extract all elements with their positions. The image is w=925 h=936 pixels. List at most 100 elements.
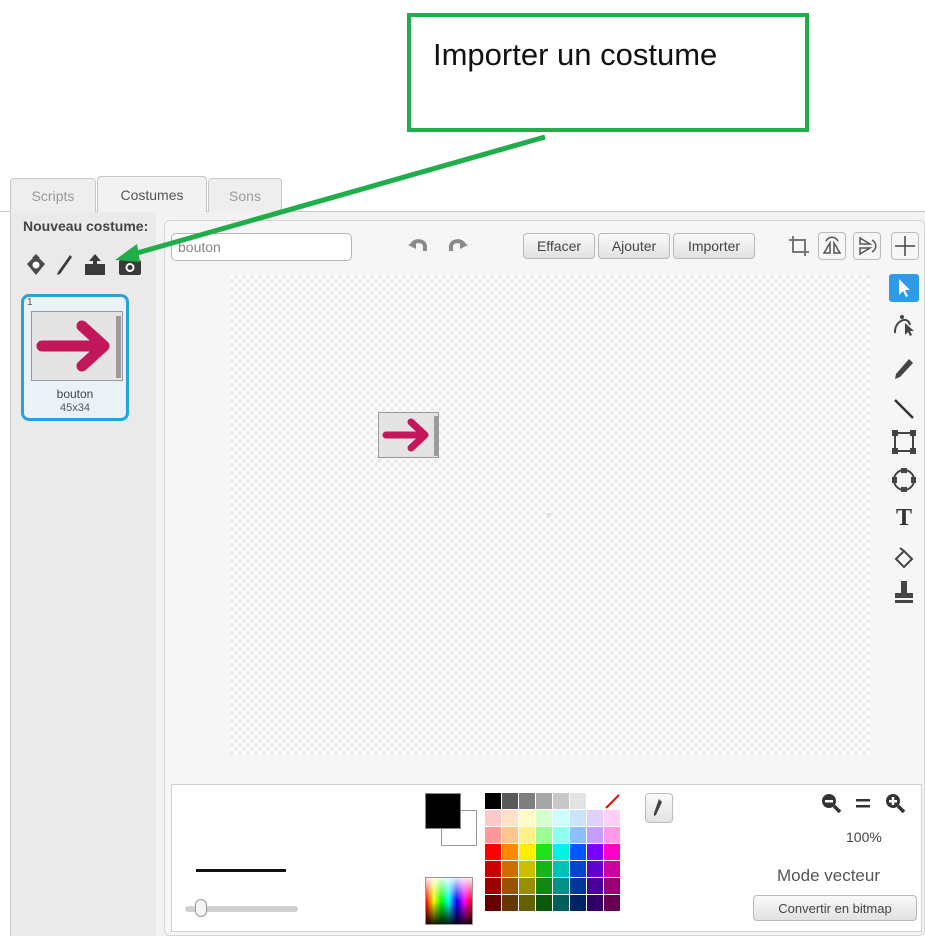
palette-swatch[interactable]	[502, 793, 518, 809]
palette-swatch[interactable]	[604, 878, 620, 894]
palette-swatch[interactable]	[519, 810, 535, 826]
palette-swatch[interactable]	[502, 878, 518, 894]
palette-swatch[interactable]	[553, 878, 569, 894]
zoom-reset-icon[interactable]	[850, 790, 876, 816]
canvas-center-marker	[547, 513, 551, 517]
palette-swatch[interactable]	[604, 844, 620, 860]
upload-icon[interactable]	[82, 252, 106, 278]
callout-text: Importer un costume	[433, 37, 718, 72]
palette-swatch[interactable]	[553, 810, 569, 826]
palette-swatch[interactable]	[570, 810, 586, 826]
palette-swatch[interactable]	[485, 878, 501, 894]
rectangle-tool-icon[interactable]	[889, 428, 919, 456]
new-costume-label: Nouveau costume:	[23, 218, 149, 234]
palette-swatch[interactable]	[536, 844, 552, 860]
clear-button[interactable]: Effacer	[523, 233, 595, 259]
set-center-icon[interactable]	[891, 232, 919, 260]
palette-swatch[interactable]	[536, 861, 552, 877]
palette-swatch[interactable]	[553, 793, 569, 809]
costume-thumbnail	[31, 311, 123, 381]
crop-icon[interactable]	[785, 232, 813, 260]
convert-to-bitmap-button[interactable]: Convertir en bitmap	[753, 895, 917, 921]
palette-swatch[interactable]	[519, 844, 535, 860]
fill-tool-icon[interactable]	[889, 545, 919, 573]
flip-vertical-icon[interactable]	[853, 232, 881, 260]
ellipse-tool-icon[interactable]	[889, 466, 919, 494]
palette-swatch[interactable]	[587, 844, 603, 860]
palette-swatch[interactable]	[536, 793, 552, 809]
costume-index: 1	[27, 297, 33, 308]
pencil-tool-icon[interactable]	[889, 355, 919, 383]
palette-swatch[interactable]	[536, 878, 552, 894]
palette-swatch[interactable]	[570, 827, 586, 843]
add-button[interactable]: Ajouter	[598, 233, 670, 259]
palette-swatch[interactable]	[485, 810, 501, 826]
palette-swatch[interactable]	[485, 844, 501, 860]
palette-swatch[interactable]	[519, 878, 535, 894]
text-tool-icon[interactable]: T	[889, 502, 919, 530]
sprite-library-icon[interactable]	[24, 252, 48, 278]
palette-swatch[interactable]	[502, 827, 518, 843]
callout-box: Importer un costume	[407, 13, 809, 132]
palette-swatch[interactable]	[553, 827, 569, 843]
canvas-costume-image[interactable]	[378, 412, 439, 458]
palette-swatch[interactable]	[604, 895, 620, 911]
palette-swatch[interactable]	[604, 861, 620, 877]
line-tool-icon[interactable]	[889, 395, 919, 423]
costume-name: bouton	[56, 387, 94, 401]
zoom-out-icon[interactable]	[818, 790, 844, 816]
costume-name-input[interactable]	[171, 233, 352, 261]
palette-swatch[interactable]	[485, 793, 501, 809]
palette-swatch[interactable]	[570, 793, 586, 809]
paint-brush-icon[interactable]	[52, 252, 76, 278]
eyedropper-icon[interactable]	[645, 793, 673, 823]
palette-swatch[interactable]	[604, 810, 620, 826]
palette-swatch[interactable]	[519, 827, 535, 843]
select-tool-icon[interactable]	[889, 274, 919, 302]
palette-swatch[interactable]	[485, 895, 501, 911]
undo-icon[interactable]	[405, 232, 433, 260]
palette-swatch[interactable]	[587, 810, 603, 826]
palette-swatch[interactable]	[553, 861, 569, 877]
zoom-in-icon[interactable]	[882, 790, 908, 816]
palette-swatch[interactable]	[553, 844, 569, 860]
palette-swatch[interactable]	[502, 810, 518, 826]
palette-swatch[interactable]	[587, 827, 603, 843]
palette-swatch[interactable]	[536, 827, 552, 843]
palette-swatch[interactable]	[587, 878, 603, 894]
palette-swatch[interactable]	[485, 861, 501, 877]
import-button[interactable]: Importer	[673, 233, 755, 259]
palette-swatch[interactable]	[519, 861, 535, 877]
palette-swatch[interactable]	[502, 861, 518, 877]
palette-swatch[interactable]	[587, 895, 603, 911]
palette-swatch[interactable]	[570, 844, 586, 860]
color-palette	[485, 793, 620, 911]
palette-swatch[interactable]	[587, 793, 603, 809]
palette-swatch[interactable]	[553, 895, 569, 911]
color-spectrum-picker[interactable]	[425, 877, 473, 925]
palette-swatch[interactable]	[587, 861, 603, 877]
palette-swatch[interactable]	[519, 793, 535, 809]
palette-swatch[interactable]	[604, 827, 620, 843]
palette-swatch[interactable]	[536, 895, 552, 911]
stamp-tool-icon[interactable]	[889, 578, 919, 606]
palette-swatch[interactable]	[570, 878, 586, 894]
camera-icon[interactable]	[117, 252, 141, 278]
palette-swatch[interactable]	[485, 827, 501, 843]
palette-swatch[interactable]	[570, 895, 586, 911]
reshape-tool-icon[interactable]	[889, 310, 919, 338]
palette-swatch[interactable]	[570, 861, 586, 877]
no-color-swatch[interactable]	[604, 793, 620, 809]
svg-text:T: T	[896, 505, 912, 529]
flip-horizontal-icon[interactable]	[818, 232, 846, 260]
line-width-slider-handle[interactable]	[195, 899, 207, 917]
palette-swatch[interactable]	[502, 895, 518, 911]
tab-costumes[interactable]: Costumes	[97, 176, 207, 212]
primary-color-swatch[interactable]	[425, 793, 461, 829]
tab-scripts[interactable]: Scripts	[10, 178, 96, 212]
redo-icon[interactable]	[443, 232, 471, 260]
tab-sons[interactable]: Sons	[208, 178, 282, 212]
palette-swatch[interactable]	[536, 810, 552, 826]
palette-swatch[interactable]	[519, 895, 535, 911]
palette-swatch[interactable]	[502, 844, 518, 860]
